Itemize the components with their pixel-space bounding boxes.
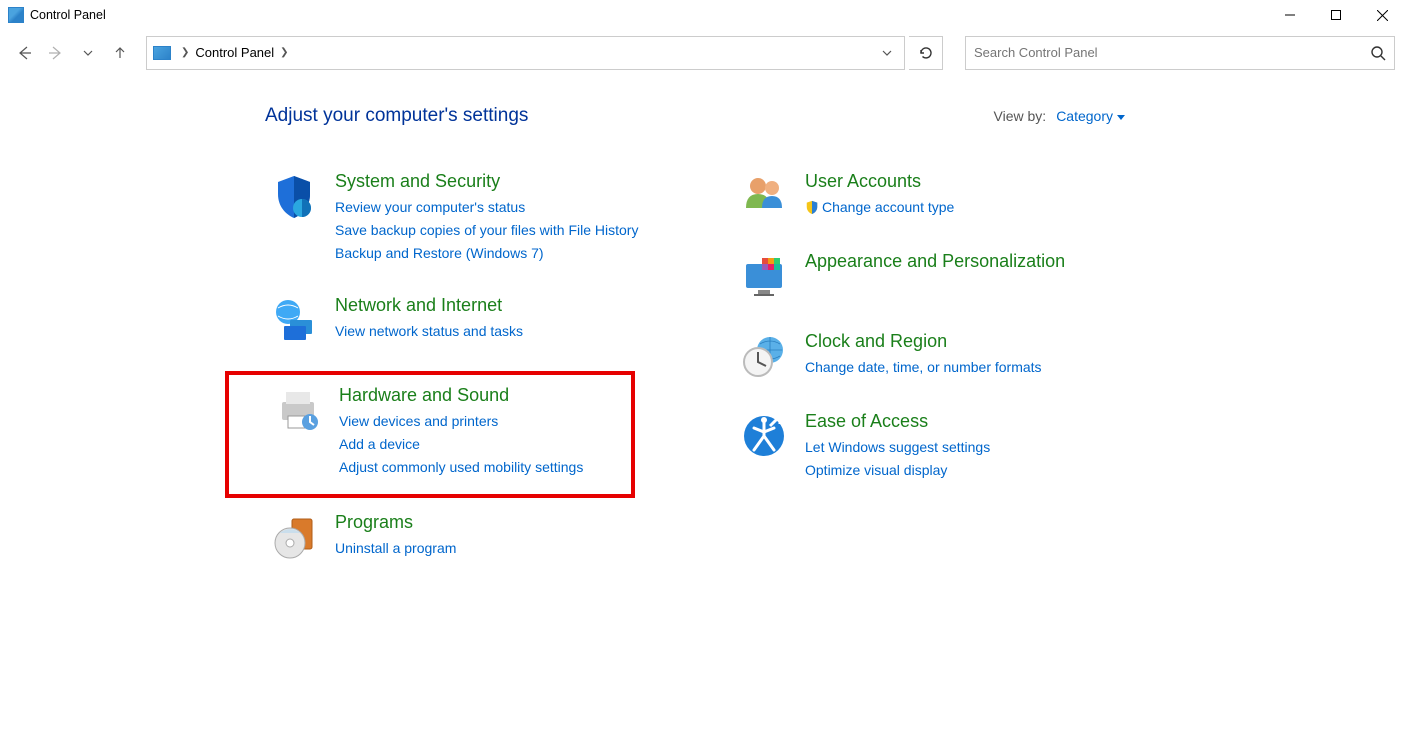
category-link[interactable]: Optimize visual display [805,459,990,482]
close-button[interactable] [1359,0,1405,30]
shield-icon [269,171,319,221]
maximize-button[interactable] [1313,0,1359,30]
category-link[interactable]: View devices and printers [339,410,583,433]
category-ease-of-access: Ease of Access Let Windows suggest setti… [735,407,1135,486]
monitor-colors-icon [739,251,789,301]
people-icon [739,171,789,221]
window-title: Control Panel [30,8,106,22]
navigation-bar: ❯ Control Panel ❯ [0,30,1405,75]
category-network-internet: Network and Internet View network status… [265,291,665,349]
category-column-left: System and Security Review your computer… [265,167,665,588]
category-hardware-sound: Hardware and Sound View devices and prin… [269,381,627,483]
forward-button[interactable] [42,39,70,67]
category-link[interactable]: Change account type [805,196,954,219]
category-title[interactable]: System and Security [335,171,638,192]
category-user-accounts: User Accounts Change account type [735,167,1135,225]
search-box[interactable] [965,36,1395,70]
search-icon [1370,45,1386,61]
content-area: Adjust your computer's settings View by:… [0,75,1405,588]
category-programs: Programs Uninstall a program [265,508,665,566]
address-bar[interactable]: ❯ Control Panel ❯ [146,36,905,70]
refresh-button[interactable] [909,36,943,70]
category-title[interactable]: Clock and Region [805,331,1042,352]
breadcrumb-root[interactable]: Control Panel [195,45,274,60]
breadcrumb-separator-icon: ❯ [274,47,294,58]
back-button[interactable] [10,39,38,67]
clock-globe-icon [739,331,789,381]
minimize-button[interactable] [1267,0,1313,30]
ease-of-access-icon [739,411,789,461]
globe-network-icon [269,295,319,345]
page-heading: Adjust your computer's settings [265,105,528,127]
category-title[interactable]: Hardware and Sound [339,385,583,406]
printer-icon [273,385,323,435]
highlighted-category-box: Hardware and Sound View devices and prin… [225,371,635,497]
control-panel-icon [153,46,171,60]
category-link[interactable]: Adjust commonly used mobility settings [339,456,583,479]
view-by-control: View by: Category [994,108,1125,124]
category-title[interactable]: Ease of Access [805,411,990,432]
view-by-label: View by: [994,108,1047,124]
category-link[interactable]: Save backup copies of your files with Fi… [335,219,638,242]
category-title[interactable]: Network and Internet [335,295,523,316]
category-clock-region: Clock and Region Change date, time, or n… [735,327,1135,385]
category-link[interactable]: Add a device [339,433,583,456]
category-title[interactable]: User Accounts [805,171,954,192]
category-column-right: User Accounts Change account type Appear… [735,167,1135,588]
category-link[interactable]: View network status and tasks [335,320,523,343]
breadcrumb-separator-icon: ❯ [175,47,195,58]
category-link[interactable]: Uninstall a program [335,537,456,560]
category-title[interactable]: Appearance and Personalization [805,251,1065,272]
disc-box-icon [269,512,319,562]
window-titlebar: Control Panel [0,0,1405,30]
view-by-dropdown[interactable]: Category [1056,108,1125,124]
category-link[interactable]: Let Windows suggest settings [805,436,990,459]
category-system-security: System and Security Review your computer… [265,167,665,269]
category-title[interactable]: Programs [335,512,456,533]
control-panel-icon [8,7,24,23]
uac-shield-icon [805,200,819,214]
address-history-dropdown[interactable] [874,37,900,69]
recent-locations-dropdown[interactable] [74,39,102,67]
search-input[interactable] [974,45,1370,60]
category-link[interactable]: Review your computer's status [335,196,638,219]
category-link[interactable]: Backup and Restore (Windows 7) [335,242,638,265]
up-button[interactable] [106,39,134,67]
category-appearance: Appearance and Personalization [735,247,1135,305]
category-link[interactable]: Change date, time, or number formats [805,356,1042,379]
